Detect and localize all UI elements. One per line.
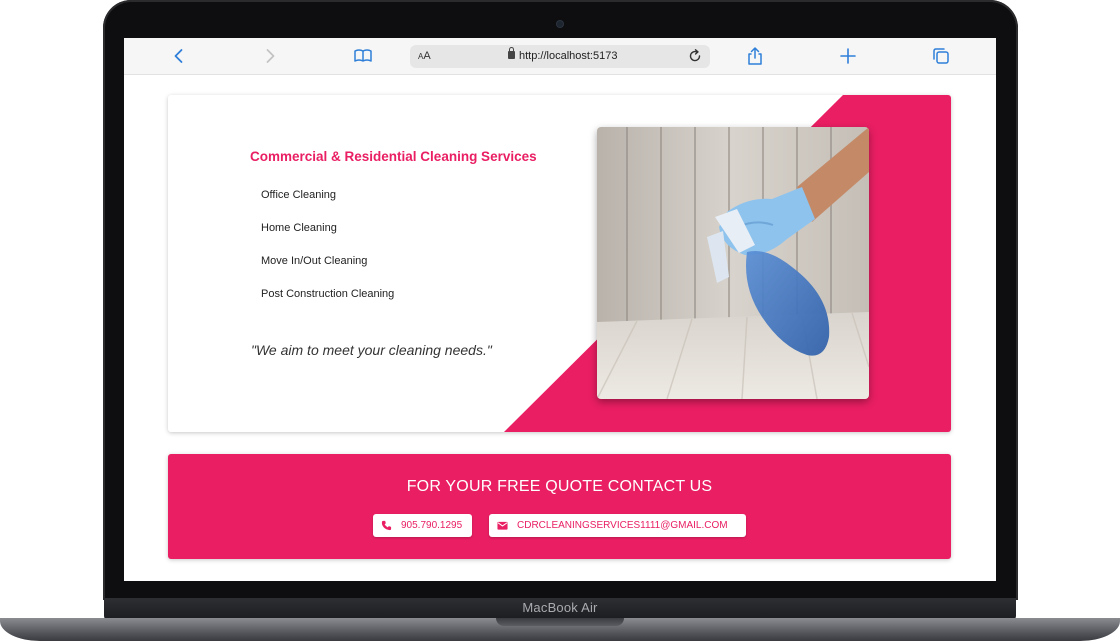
model-label: MacBook Air [522, 600, 598, 615]
reload-icon[interactable] [687, 48, 703, 64]
screen: AA http://localhost:5173 Commercial & Re… [124, 38, 996, 581]
service-item: Office Cleaning [261, 189, 337, 201]
lock-icon [508, 47, 515, 59]
laptop-notch [496, 618, 624, 626]
plus-icon[interactable] [838, 46, 858, 66]
chevron-left-icon[interactable] [169, 46, 189, 66]
cleaning-photo [597, 127, 869, 399]
contact-title: FOR YOUR FREE QUOTE CONTACT US [406, 478, 713, 495]
tabs-icon[interactable] [931, 46, 951, 66]
phone-number: 905.790.1295 [401, 520, 463, 531]
share-icon[interactable] [745, 46, 765, 66]
browser-toolbar: AA http://localhost:5173 [124, 38, 996, 75]
reader-button[interactable]: AA [418, 50, 431, 62]
url-text: http://localhost:5173 [519, 50, 618, 62]
book-icon[interactable] [353, 46, 373, 66]
contact-banner: FOR YOUR FREE QUOTE CONTACT US 905.790.1… [168, 454, 951, 559]
chevron-right-icon[interactable] [260, 46, 280, 66]
address-bar[interactable]: AA http://localhost:5173 [410, 45, 710, 68]
email-address: CDRCLEANINGSERVICES1111@GMAIL.COM [517, 520, 728, 531]
phone-icon [381, 520, 392, 531]
hero-card: Commercial & Residential Cleaning Servic… [168, 95, 951, 432]
laptop-base: MacBook Air [0, 598, 1120, 643]
url-display[interactable]: http://localhost:5173 [508, 47, 618, 62]
service-item: Move In/Out Cleaning [261, 255, 368, 267]
service-item: Post Construction Cleaning [261, 288, 395, 300]
tagline: "We aim to meet your cleaning needs." [251, 342, 492, 358]
phone-button[interactable]: 905.790.1295 [373, 514, 472, 537]
email-button[interactable]: CDRCLEANINGSERVICES1111@GMAIL.COM [489, 514, 746, 537]
service-item: Home Cleaning [261, 222, 337, 234]
camera-dot [557, 21, 563, 27]
hero-title: Commercial & Residential Cleaning Servic… [250, 149, 537, 164]
services-list: Office Cleaning Home Cleaning Move In/Ou… [261, 187, 394, 319]
mail-icon [497, 521, 508, 530]
